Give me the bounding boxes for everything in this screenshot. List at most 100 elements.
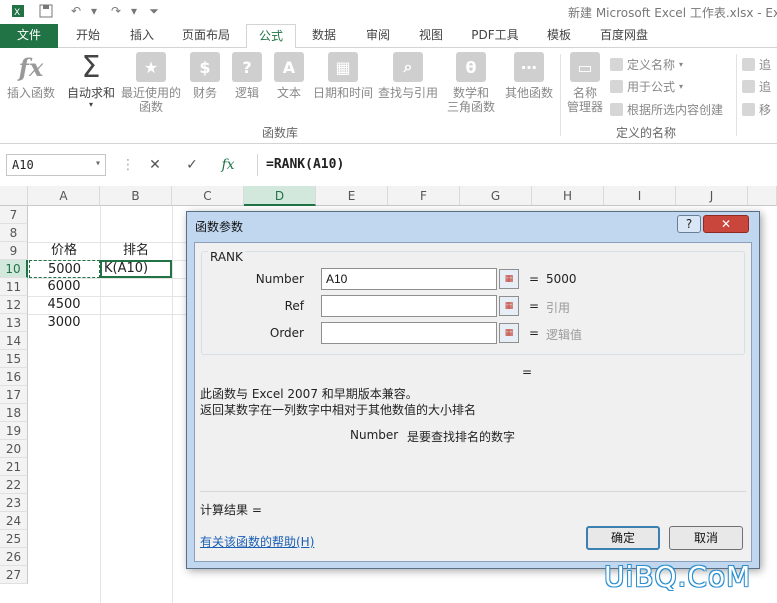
col-header-b[interactable]: B xyxy=(100,186,172,206)
trace-icon xyxy=(742,80,755,93)
cell-a12[interactable]: 4500 xyxy=(28,296,100,314)
col-header-d[interactable]: D xyxy=(244,186,316,206)
tab-templates[interactable]: 模板 xyxy=(533,24,585,48)
text-button[interactable]: A 文本 xyxy=(272,52,306,100)
save-icon[interactable] xyxy=(36,2,56,20)
math-trig-button[interactable]: θ 数学和 三角函数 xyxy=(442,52,500,114)
tab-home[interactable]: 开始 xyxy=(62,24,114,48)
col-header-a[interactable]: A xyxy=(28,186,100,206)
arg-hint-order: 逻辑值 xyxy=(546,328,583,342)
row-header[interactable]: 20 xyxy=(0,440,28,458)
chevron-down-icon: ▾ xyxy=(679,60,684,69)
col-header-g[interactable]: G xyxy=(460,186,532,206)
row-header-selected[interactable]: 10 xyxy=(0,260,28,278)
financial-button[interactable]: $ 财务 xyxy=(188,52,222,100)
number-input[interactable] xyxy=(321,268,497,290)
tag-icon xyxy=(610,58,623,71)
chevron-down-icon[interactable]: ▾ xyxy=(95,158,101,169)
row-header[interactable]: 12 xyxy=(0,296,28,314)
cell-a13[interactable]: 3000 xyxy=(28,314,100,332)
arg-label-ref: Ref xyxy=(284,299,304,313)
more-functions-button[interactable]: ⋯ 其他函数 xyxy=(502,52,556,100)
lookup-reference-button[interactable]: ⌕ 查找与引用 xyxy=(376,52,440,100)
name-manager-button[interactable]: ▭ 名称 管理器 xyxy=(564,52,606,114)
row-header[interactable]: 19 xyxy=(0,422,28,440)
row-header[interactable]: 11 xyxy=(0,278,28,296)
order-input[interactable] xyxy=(321,322,497,344)
date-time-button[interactable]: ▦ 日期和时间 xyxy=(310,52,376,100)
tab-view[interactable]: 视图 xyxy=(405,24,457,48)
col-header-h[interactable]: H xyxy=(532,186,604,206)
row-header[interactable]: 24 xyxy=(0,512,28,530)
row-header[interactable]: 17 xyxy=(0,386,28,404)
redo-dropdown-icon[interactable]: ▾ xyxy=(124,2,144,20)
enter-icon[interactable]: ✓ xyxy=(180,154,204,176)
tab-review[interactable]: 审阅 xyxy=(352,24,404,48)
undo-dropdown-icon[interactable]: ▾ xyxy=(84,2,104,20)
row-header[interactable]: 15 xyxy=(0,350,28,368)
autosum-button[interactable]: Σ 自动求和 ▾ xyxy=(64,50,118,110)
cell-a11[interactable]: 6000 xyxy=(28,278,100,296)
tab-data[interactable]: 数据 xyxy=(298,24,350,48)
row-header[interactable]: 7 xyxy=(0,206,28,224)
ok-button[interactable]: 确定 xyxy=(586,526,660,550)
tab-pdf-tools[interactable]: PDF工具 xyxy=(459,24,531,48)
row-header[interactable]: 8 xyxy=(0,224,28,242)
function-help-link[interactable]: 有关该函数的帮助(H) xyxy=(200,533,314,550)
row-header[interactable]: 16 xyxy=(0,368,28,386)
recently-used-button[interactable]: ★ 最近使用的 函数 xyxy=(120,52,182,114)
col-header-i[interactable]: I xyxy=(604,186,676,206)
collapse-dialog-icon[interactable]: ▦ xyxy=(499,296,519,316)
cancel-button[interactable]: 取消 xyxy=(669,526,743,550)
define-name-button[interactable]: 定义名称 ▾ xyxy=(610,56,683,73)
row-header[interactable]: 18 xyxy=(0,404,28,422)
row-header[interactable]: 14 xyxy=(0,332,28,350)
trace-dependents-button[interactable]: 追 xyxy=(742,78,771,95)
insert-function-icon[interactable]: fx xyxy=(216,154,240,176)
tab-baidu-netdisk[interactable]: 百度网盘 xyxy=(588,24,660,48)
cell-b10-active[interactable]: K(A10) xyxy=(100,260,172,278)
collapse-dialog-icon[interactable]: ▦ xyxy=(499,323,519,343)
collapse-dialog-icon[interactable]: ▦ xyxy=(499,269,519,289)
remove-arrows-button[interactable]: 移 xyxy=(742,101,771,118)
col-header-f[interactable]: F xyxy=(388,186,460,206)
logical-button[interactable]: ? 逻辑 xyxy=(230,52,264,100)
row-header[interactable]: 13 xyxy=(0,314,28,332)
col-header-j[interactable]: J xyxy=(676,186,748,206)
ref-input[interactable] xyxy=(321,295,497,317)
use-in-formula-button[interactable]: 用于公式 ▾ xyxy=(610,78,683,95)
tab-file[interactable]: 文件 xyxy=(0,24,58,48)
tab-insert[interactable]: 插入 xyxy=(116,24,168,48)
cancel-icon[interactable]: ✕ xyxy=(143,154,167,176)
select-all-corner[interactable] xyxy=(0,186,28,206)
col-header-e[interactable]: E xyxy=(316,186,388,206)
undo-icon[interactable]: ↶ xyxy=(66,2,86,20)
row-header[interactable]: 22 xyxy=(0,476,28,494)
cell-a9[interactable]: 价格 xyxy=(28,242,100,260)
redo-icon[interactable]: ↷ xyxy=(106,2,126,20)
customize-toolbar-icon[interactable]: ⏷ xyxy=(144,2,164,20)
row-header[interactable]: 27 xyxy=(0,566,28,584)
text-a-icon: A xyxy=(274,52,304,82)
insert-function-button[interactable]: fx 插入函数 xyxy=(4,52,58,101)
row-header[interactable]: 9 xyxy=(0,242,28,260)
formula-input[interactable]: =RANK(A10) xyxy=(257,154,777,176)
ribbon: fx 插入函数 Σ 自动求和 ▾ ★ 最近使用的 函数 $ 财务 ? 逻辑 A … xyxy=(0,48,777,144)
trace-precedents-button[interactable]: 追 xyxy=(742,56,771,73)
help-icon[interactable]: ? xyxy=(677,215,701,233)
row-header[interactable]: 23 xyxy=(0,494,28,512)
row-header[interactable]: 26 xyxy=(0,548,28,566)
tab-page-layout[interactable]: 页面布局 xyxy=(170,24,242,48)
arg-equals: = xyxy=(529,272,540,286)
cell-a10-reference[interactable]: 5000 xyxy=(29,260,100,278)
create-from-selection-button[interactable]: 根据所选内容创建 xyxy=(610,101,723,118)
row-header[interactable]: 25 xyxy=(0,530,28,548)
col-header-c[interactable]: C xyxy=(172,186,244,206)
row-header[interactable]: 21 xyxy=(0,458,28,476)
star-icon: ★ xyxy=(136,52,166,82)
formula-icon xyxy=(610,80,623,93)
close-icon[interactable]: ✕ xyxy=(703,215,749,233)
name-box[interactable]: A10 ▾ xyxy=(6,154,106,176)
cell-b9[interactable]: 排名 xyxy=(100,242,172,260)
tab-formulas[interactable]: 公式 xyxy=(246,24,296,49)
